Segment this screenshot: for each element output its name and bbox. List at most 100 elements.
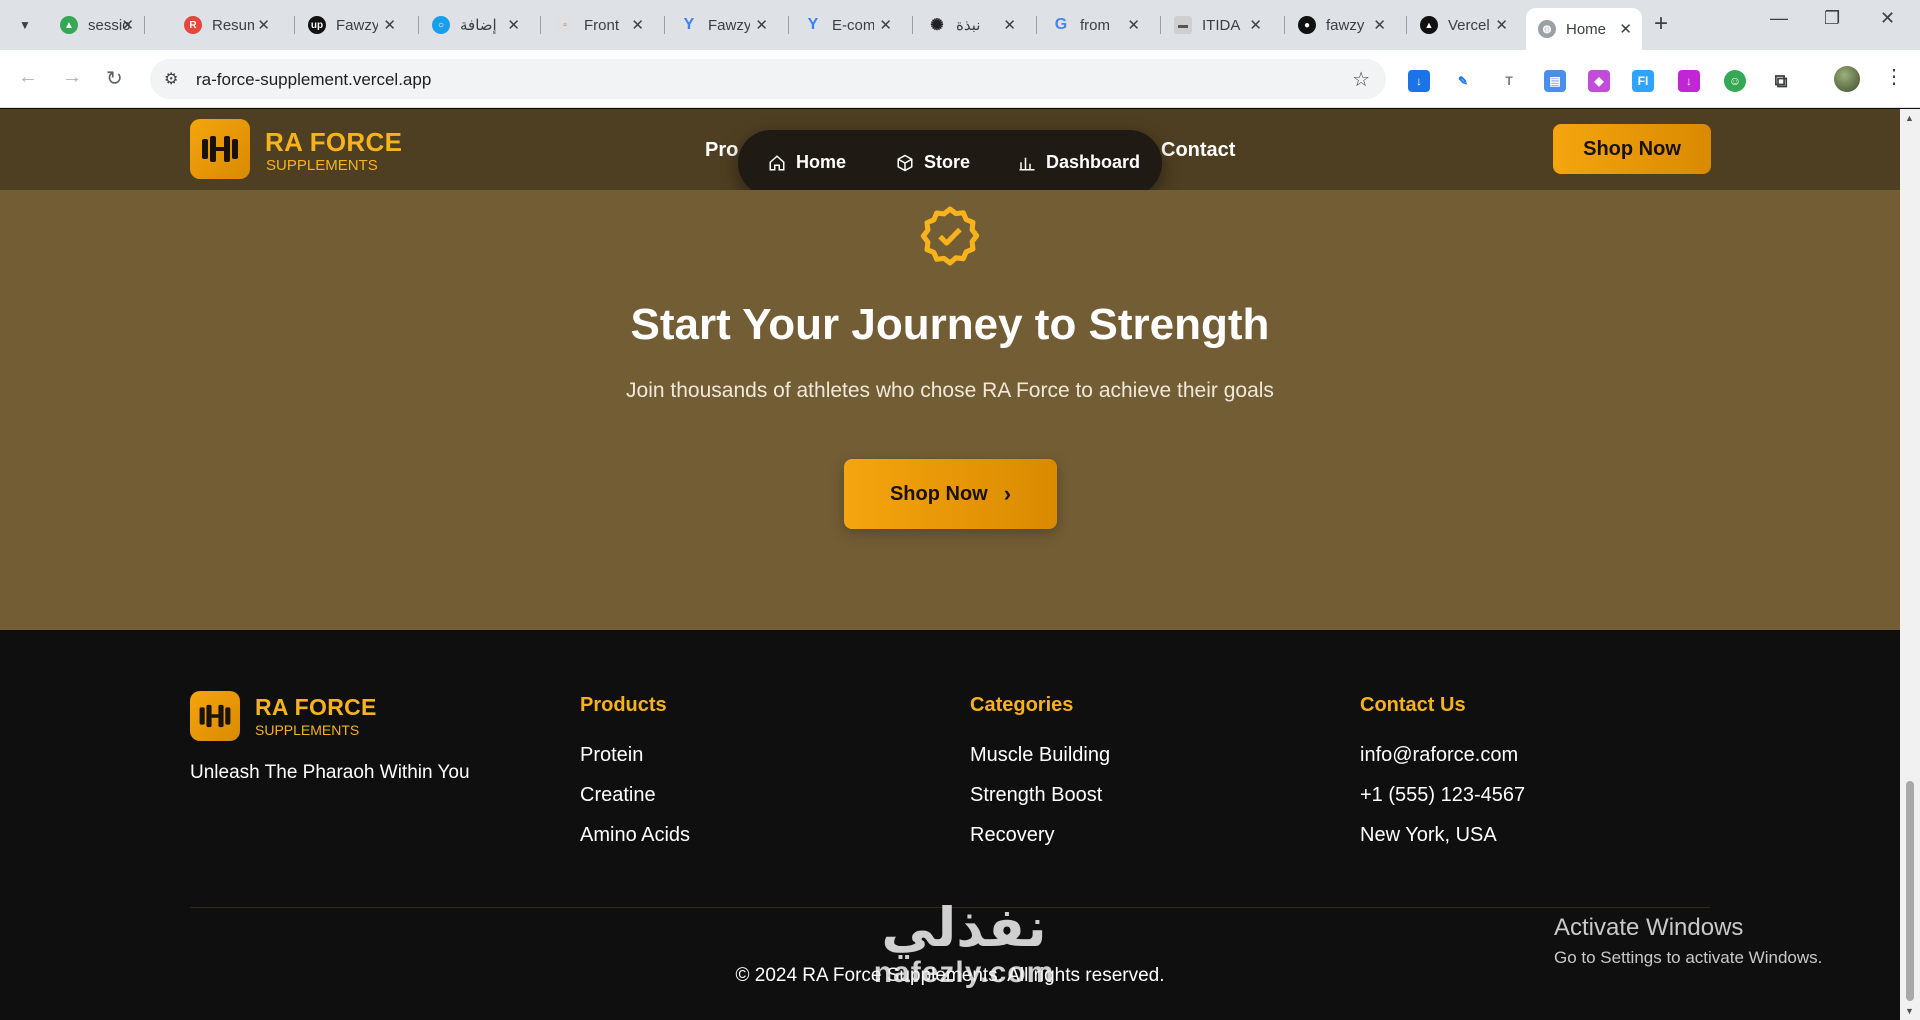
nav-dashboard[interactable]: Dashboard [1018, 152, 1140, 173]
cta-button-label: Shop Now [889, 482, 988, 505]
brand-name[interactable]: RA FORCE [265, 127, 402, 158]
restore-icon[interactable]: ❐ [1824, 8, 1840, 29]
page-scrollbar[interactable]: ▲ ▼ [1900, 109, 1920, 1020]
close-tab-icon[interactable]: ✕ [1619, 20, 1632, 38]
browser-tab[interactable]: Y E-com ✕ [792, 8, 902, 42]
browser-tab[interactable]: Y Fawzy ✕ [668, 8, 778, 42]
nav-home[interactable]: Home [768, 152, 846, 173]
close-tab-icon[interactable]: ✕ [879, 16, 892, 34]
footer-link-muscle-building[interactable]: Muscle Building [970, 744, 1110, 767]
footer-contact-phone[interactable]: +1 (555) 123-4567 [1360, 784, 1525, 807]
close-tab-icon[interactable]: ✕ [1373, 16, 1386, 34]
footer-dumbbell-logo-icon[interactable] [190, 691, 240, 741]
footer-link-amino-acids[interactable]: Amino Acids [580, 824, 690, 847]
footer-contact-location: New York, USA [1360, 824, 1497, 846]
vercel-v-icon: Y [683, 16, 695, 33]
nav-dashboard-label: Dashboard [1046, 152, 1141, 172]
browser-toolbar: ← → ↻ ⚙ ra-force-supplement.vercel.app ☆… [0, 50, 1920, 108]
green-extension-icon[interactable]: ☺ [1724, 70, 1746, 92]
close-tab-icon[interactable]: ✕ [383, 16, 396, 34]
tab-title: Fawzy [708, 16, 750, 34]
nav-store[interactable]: Store [896, 152, 970, 173]
footer-brand-name: RA FORCE [255, 694, 377, 720]
resume-app-icon: R [184, 16, 202, 34]
footer-link-strength-boost[interactable]: Strength Boost [970, 784, 1102, 807]
reader-extension-icon[interactable]: ▤ [1544, 70, 1566, 92]
close-tab-icon[interactable]: ✕ [1495, 16, 1508, 34]
nav-link-contact[interactable]: Contact [1161, 139, 1235, 162]
footer-link-protein[interactable]: Protein [580, 744, 643, 767]
footer-contact-email[interactable]: info@raforce.com [1360, 744, 1518, 767]
browser-tab[interactable]: R Resume ✕ [172, 8, 280, 42]
fi-extension-icon[interactable]: FI [1632, 70, 1654, 92]
pen-extension-icon[interactable]: ✎ [1452, 70, 1474, 92]
close-tab-icon[interactable]: ✕ [121, 16, 134, 34]
profile-avatar[interactable] [1834, 66, 1860, 92]
cta-title: Start Your Journey to Strength [630, 300, 1270, 349]
footer-brand-subtitle: SUPPLEMENTS [255, 722, 360, 738]
cta-subtitle: Join thousands of athletes who chose RA … [626, 379, 1274, 402]
header-shop-now-button[interactable]: Shop Now [1553, 124, 1711, 174]
bookmark-star-icon[interactable]: ☆ [1352, 67, 1370, 92]
site-info-icon[interactable]: ⚙ [164, 69, 178, 89]
dumbbell-logo-icon[interactable] [190, 119, 250, 179]
text-extension-icon[interactable]: T [1498, 70, 1520, 92]
browser-tab[interactable]: ✺ نبذة ✕ [916, 8, 1026, 42]
browser-tab[interactable]: ○ إضافة ✕ [420, 8, 530, 42]
reload-icon[interactable]: ↻ [106, 66, 123, 91]
cta-section: Start Your Journey to Strength Join thou… [0, 190, 1900, 630]
close-tab-icon[interactable]: ✕ [1127, 16, 1140, 34]
downloader-extension-icon[interactable]: ↓ [1678, 70, 1700, 92]
address-bar[interactable]: ⚙ ra-force-supplement.vercel.app ☆ [150, 59, 1386, 99]
browser-tab[interactable]: ▬ ITIDA ✕ [1162, 8, 1272, 42]
browser-tab[interactable]: ● fawzy ✕ [1286, 8, 1396, 42]
tab-title: E-com [832, 16, 874, 34]
close-tab-icon[interactable]: ✕ [257, 16, 270, 34]
footer-heading-products: Products [580, 694, 667, 716]
new-tab-button[interactable]: + [1654, 10, 1668, 38]
browser-tab[interactable]: G from ✕ [1040, 8, 1150, 42]
close-tab-icon[interactable]: ✕ [1249, 16, 1262, 34]
scroll-down-arrow-icon[interactable]: ▼ [1905, 1006, 1914, 1016]
tab-title: إضافة [460, 17, 497, 34]
tab-title: Vercel [1448, 16, 1490, 34]
chevron-right-icon: › [1003, 481, 1012, 506]
close-tab-icon[interactable]: ✕ [507, 16, 520, 34]
close-window-icon[interactable]: ✕ [1880, 8, 1895, 29]
close-tab-icon[interactable]: ✕ [755, 16, 768, 34]
browser-tab-active[interactable]: ◍ Home ✕ [1526, 8, 1642, 50]
back-icon[interactable]: ← [18, 66, 38, 89]
itida-icon: ▬ [1174, 16, 1192, 34]
vercel-icon: ▲ [1420, 16, 1438, 34]
minimize-icon[interactable]: — [1770, 8, 1788, 29]
browser-tab[interactable]: ▫ Front ✕ [544, 8, 654, 42]
tab-title: fawzy [1326, 16, 1365, 34]
cta-shop-now-button[interactable]: Shop Now › [844, 459, 1057, 529]
tab-title: Resume [212, 16, 254, 34]
close-tab-icon[interactable]: ✕ [631, 16, 644, 34]
browser-menu-icon[interactable]: ⋮ [1884, 64, 1904, 89]
browser-tab[interactable]: up Fawzy ✕ [296, 8, 406, 42]
footer-link-recovery[interactable]: Recovery [970, 824, 1054, 847]
nav-link-products[interactable]: Pro [705, 139, 738, 162]
extensions-puzzle-icon[interactable]: ⧉ [1770, 70, 1792, 92]
browser-tab[interactable]: ▲ sessions ✕ [48, 8, 144, 42]
tab-search-button[interactable]: ▼ [12, 12, 38, 38]
purple-extension-icon[interactable]: ◆ [1588, 70, 1610, 92]
url-text[interactable]: ra-force-supplement.vercel.app [196, 70, 431, 90]
scroll-thumb[interactable] [1906, 781, 1914, 1001]
browser-tab[interactable]: ▲ Vercel ✕ [1408, 8, 1518, 42]
github-icon: ● [1298, 16, 1316, 34]
bar-chart-icon [1019, 157, 1035, 170]
scroll-up-arrow-icon[interactable]: ▲ [1905, 113, 1914, 123]
page-viewport: RA FORCE SUPPLEMENTS Pro Contact Shop No… [0, 109, 1900, 1020]
tab-title: from [1080, 16, 1110, 34]
vercel-v-icon: Y [807, 16, 819, 33]
browser-tab-strip: ▼ ▲ sessions ✕ R Resume ✕ up Fawzy ✕ ○ إ… [0, 0, 1920, 50]
close-tab-icon[interactable]: ✕ [1003, 16, 1016, 34]
footer-link-creatine[interactable]: Creatine [580, 784, 656, 807]
forward-icon[interactable]: → [62, 66, 82, 89]
home-icon [769, 154, 785, 170]
download-extension-icon[interactable]: ↓ [1408, 70, 1430, 92]
upwork-icon: up [308, 16, 326, 34]
